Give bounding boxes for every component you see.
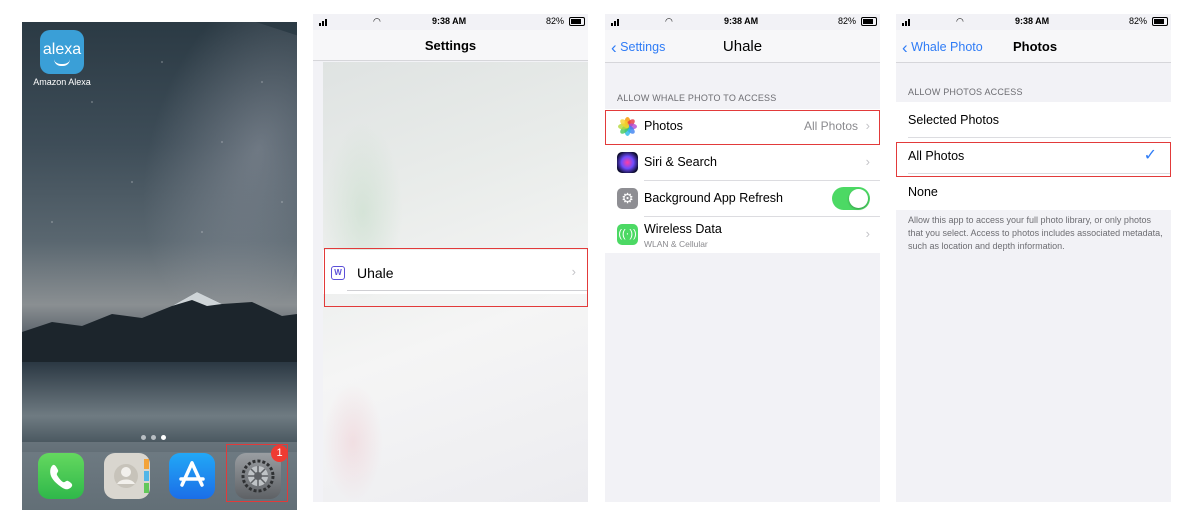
background-refresh-label: Background App Refresh xyxy=(644,191,783,205)
signal-icon xyxy=(611,18,623,26)
option-none[interactable]: None xyxy=(896,174,1171,210)
battery-icon xyxy=(569,17,585,26)
page-title: Photos xyxy=(1013,39,1058,54)
app-store-icon[interactable] xyxy=(169,453,215,499)
page-title: Settings xyxy=(424,38,477,53)
wifi-icon: ◠ xyxy=(373,16,381,26)
photos-access-screen: ◠ 9:38 AM 82% ‹ Whale Photo Photos ALLOW… xyxy=(896,14,1171,502)
background-refresh-row: ⚙ Background App Refresh xyxy=(605,181,880,217)
battery-icon xyxy=(861,17,877,26)
antenna-icon: ((·)) xyxy=(617,224,638,245)
contacts-icon[interactable] xyxy=(104,453,150,499)
status-time: 9:38 AM xyxy=(724,16,759,26)
app-settings-screen: ◠ 9:38 AM 82% ‹ Settings Uhale ALLOW WHA… xyxy=(605,14,880,502)
siri-search-row[interactable]: Siri & Search › xyxy=(605,145,880,181)
gear-icon: ⚙ xyxy=(617,188,638,209)
chevron-right-icon: › xyxy=(865,226,870,241)
wireless-data-row[interactable]: ((·)) Wireless Data WLAN & Cellular › xyxy=(605,217,880,253)
status-time: 9:38 AM xyxy=(432,16,467,26)
toggle-knob xyxy=(849,189,868,208)
wifi-icon: ◠ xyxy=(956,16,964,26)
highlight-settings-app xyxy=(226,444,288,502)
alexa-app[interactable]: alexa Amazon Alexa xyxy=(32,30,92,87)
page-dot-active xyxy=(161,435,166,440)
option-label: None xyxy=(908,185,938,199)
signal-icon xyxy=(902,18,914,26)
highlight-all-photos xyxy=(896,142,1171,177)
nav-bar: ‹ Settings Uhale xyxy=(605,30,880,63)
alexa-icon: alexa xyxy=(40,30,84,74)
signal-icon xyxy=(319,18,331,26)
footnote-text: Allow this app to access your full photo… xyxy=(908,215,1163,251)
home-screen: alexa Amazon Alexa 1 xyxy=(22,22,297,510)
back-button-label: Whale Photo xyxy=(911,40,983,54)
nav-bar: Settings xyxy=(313,30,588,61)
background-refresh-toggle[interactable] xyxy=(832,187,870,210)
wireless-data-label: Wireless Data xyxy=(644,222,722,236)
section-header: ALLOW WHALE PHOTO TO ACCESS xyxy=(617,93,777,103)
section-header: ALLOW PHOTOS ACCESS xyxy=(908,87,1023,97)
nav-bar: ‹ Whale Photo Photos xyxy=(896,30,1171,63)
page-title: Uhale xyxy=(722,38,763,55)
alexa-icon-text: alexa xyxy=(42,41,82,58)
page-dot xyxy=(141,435,146,440)
battery-percent: 82% xyxy=(1129,16,1148,26)
status-bar: ◠ 9:38 AM 82% xyxy=(896,14,1171,30)
battery-percent: 82% xyxy=(546,16,565,26)
option-label: Selected Photos xyxy=(908,113,1000,127)
phone-icon[interactable] xyxy=(38,453,84,499)
alexa-app-label: Amazon Alexa xyxy=(33,77,91,87)
chevron-right-icon: › xyxy=(865,154,870,169)
option-selected-photos[interactable]: Selected Photos xyxy=(896,102,1171,138)
wallpaper-mountains xyxy=(22,292,297,362)
page-dot xyxy=(151,435,156,440)
status-time: 9:38 AM xyxy=(1015,16,1050,26)
settings-screen: ◠ 9:38 AM 82% Settings W Uhale › xyxy=(313,14,588,502)
back-button[interactable]: ‹ Whale Photo xyxy=(902,38,983,58)
wifi-icon: ◠ xyxy=(665,16,673,26)
battery-icon xyxy=(1152,17,1168,26)
status-bar: ◠ 9:38 AM 82% xyxy=(313,14,588,30)
status-bar: ◠ 9:38 AM 82% xyxy=(605,14,880,30)
wireless-data-sublabel: WLAN & Cellular xyxy=(644,239,708,249)
highlight-uhale-row xyxy=(324,248,588,307)
highlight-photos-row xyxy=(605,110,880,145)
siri-icon xyxy=(617,152,638,173)
chevron-left-icon: ‹ xyxy=(902,38,908,57)
battery-percent: 82% xyxy=(838,16,857,26)
siri-search-label: Siri & Search xyxy=(644,155,717,169)
